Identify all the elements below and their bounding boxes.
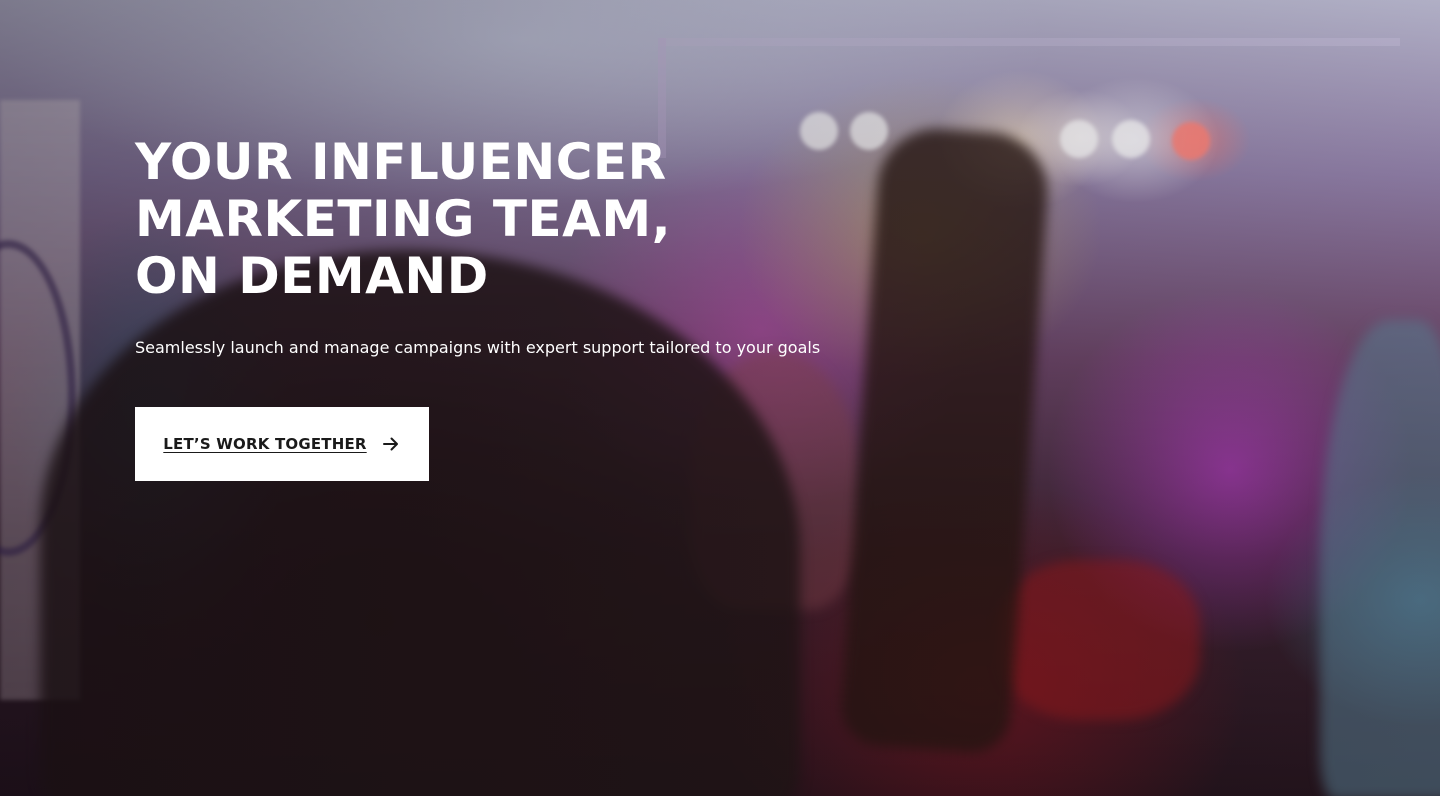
hero-headline: YOUR INFLUENCER MARKETING TEAM, ON DEMAN…: [135, 134, 895, 305]
headline-line-1: YOUR INFLUENCER: [135, 133, 667, 191]
cta-label: LET’S WORK TOGETHER: [163, 435, 367, 453]
hero-subtext: Seamlessly launch and manage campaigns w…: [135, 338, 821, 357]
arrow-right-icon: [381, 434, 401, 454]
hero-content: YOUR INFLUENCER MARKETING TEAM, ON DEMAN…: [135, 134, 895, 481]
lets-work-together-button[interactable]: LET’S WORK TOGETHER: [135, 407, 429, 481]
hero-overlay: [0, 0, 1440, 796]
headline-line-2: MARKETING TEAM,: [135, 190, 672, 248]
hero-section: YOUR INFLUENCER MARKETING TEAM, ON DEMAN…: [0, 0, 1440, 796]
headline-line-3: ON DEMAND: [135, 247, 489, 305]
